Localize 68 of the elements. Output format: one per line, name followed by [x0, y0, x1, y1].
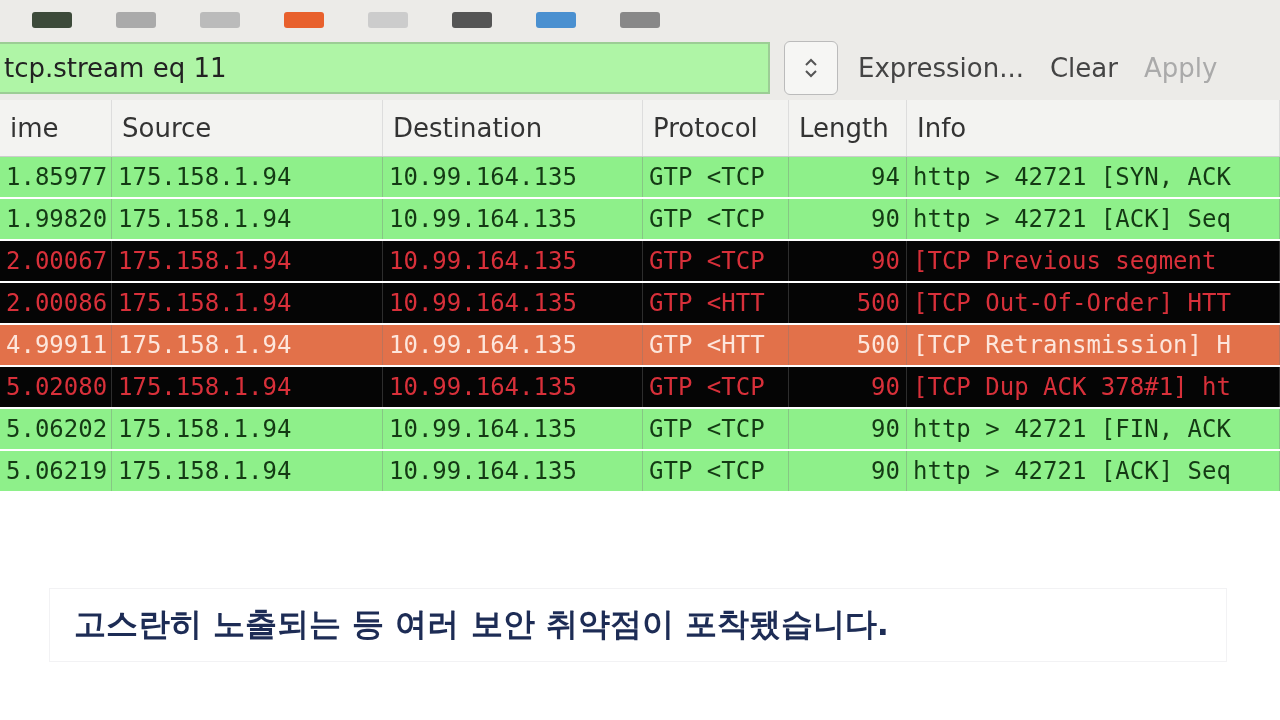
table-cell: 90: [789, 367, 907, 407]
up-down-arrows-icon: [804, 56, 818, 80]
table-cell: http > 42721 [ACK] Seq: [907, 199, 1280, 239]
table-cell: 10.99.164.135: [383, 283, 643, 323]
table-cell: 10.99.164.135: [383, 157, 643, 197]
table-cell: 175.158.1.94: [112, 241, 383, 281]
packet-row[interactable]: 5.02080 175.158.1.94 10.99.164.135 GTP <TCP 90 [TCP Dup ACK 378#1] ht: [0, 367, 1280, 407]
table-cell: 2.00067: [0, 241, 112, 281]
column-header[interactable]: ime: [0, 100, 112, 156]
table-cell: 175.158.1.94: [112, 409, 383, 449]
table-cell: 90: [789, 451, 907, 491]
table-cell: 175.158.1.94: [112, 283, 383, 323]
packet-row[interactable]: 2.00086 175.158.1.94 10.99.164.135 GTP <HTT 500 [TCP Out-Of-Order] HTT: [0, 283, 1280, 323]
table-cell: 4.99911: [0, 325, 112, 365]
table-cell: http > 42721 [FIN, ACK: [907, 409, 1280, 449]
table-cell: 10.99.164.135: [383, 241, 643, 281]
table-cell: 175.158.1.94: [112, 199, 383, 239]
table-cell: 94: [789, 157, 907, 197]
toolbar-icon[interactable]: [30, 12, 74, 30]
column-header[interactable]: Source: [112, 100, 383, 156]
table-cell: [TCP Previous segment: [907, 241, 1280, 281]
table-cell: [TCP Dup ACK 378#1] ht: [907, 367, 1280, 407]
table-cell: 2.00086: [0, 283, 112, 323]
table-cell: GTP <TCP: [643, 157, 789, 197]
table-cell: GTP <TCP: [643, 241, 789, 281]
table-cell: http > 42721 [ACK] Seq: [907, 451, 1280, 491]
table-cell: 5.06202: [0, 409, 112, 449]
toolbar-icon[interactable]: [450, 12, 494, 30]
table-cell: GTP <TCP: [643, 199, 789, 239]
table-cell: 10.99.164.135: [383, 451, 643, 491]
column-header[interactable]: Protocol: [643, 100, 789, 156]
table-cell: 175.158.1.94: [112, 451, 383, 491]
table-cell: 5.06219: [0, 451, 112, 491]
table-cell: 90: [789, 241, 907, 281]
filter-history-button[interactable]: [784, 41, 838, 95]
table-cell: 10.99.164.135: [383, 325, 643, 365]
table-cell: 175.158.1.94: [112, 325, 383, 365]
table-cell: 1.99820: [0, 199, 112, 239]
table-cell: 90: [789, 409, 907, 449]
table-cell: 500: [789, 325, 907, 365]
table-cell: 175.158.1.94: [112, 157, 383, 197]
table-cell: GTP <TCP: [643, 451, 789, 491]
column-header[interactable]: Info: [907, 100, 1280, 156]
packet-row[interactable]: 2.00067 175.158.1.94 10.99.164.135 GTP <TCP 90 [TCP Previous segment: [0, 241, 1280, 281]
table-cell: http > 42721 [SYN, ACK: [907, 157, 1280, 197]
table-cell: GTP <TCP: [643, 367, 789, 407]
table-cell: GTP <HTT: [643, 325, 789, 365]
packet-row[interactable]: 1.99820 175.158.1.94 10.99.164.135 GTP <TCP 90 http > 42721 [ACK] Seq: [0, 199, 1280, 239]
table-cell: GTP <TCP: [643, 409, 789, 449]
table-cell: 10.99.164.135: [383, 409, 643, 449]
table-cell: GTP <HTT: [643, 283, 789, 323]
table-cell: 175.158.1.94: [112, 367, 383, 407]
packet-row[interactable]: 5.06219 175.158.1.94 10.99.164.135 GTP <TCP 90 http > 42721 [ACK] Seq: [0, 451, 1280, 491]
column-header[interactable]: Length: [789, 100, 907, 156]
table-cell: [TCP Retransmission] H: [907, 325, 1280, 365]
packet-row[interactable]: 5.06202 175.158.1.94 10.99.164.135 GTP <TCP 90 http > 42721 [FIN, ACK: [0, 409, 1280, 449]
column-header[interactable]: Destination: [383, 100, 643, 156]
table-cell: [TCP Out-Of-Order] HTT: [907, 283, 1280, 323]
filter-button[interactable]: Expression...: [852, 49, 1030, 87]
table-cell: 90: [789, 199, 907, 239]
packet-row[interactable]: 1.85977 175.158.1.94 10.99.164.135 GTP <TCP 94 http > 42721 [SYN, ACK: [0, 157, 1280, 197]
table-cell: 10.99.164.135: [383, 199, 643, 239]
table-cell: 1.85977: [0, 157, 112, 197]
filter-field[interactable]: tcp.stream eq 11: [0, 42, 770, 94]
table-cell: 500: [789, 283, 907, 323]
filter-button[interactable]: Clear: [1043, 49, 1124, 87]
table-cell: 10.99.164.135: [383, 367, 643, 407]
table-cell: 5.02080: [0, 367, 112, 407]
